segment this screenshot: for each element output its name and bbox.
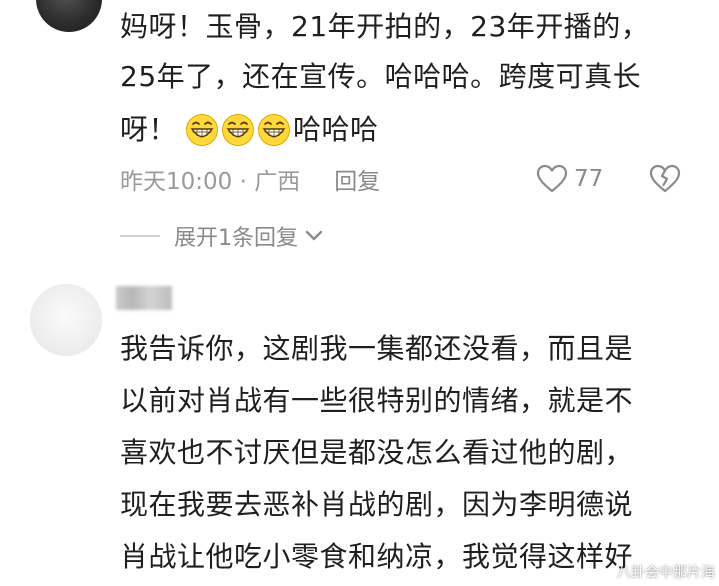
like-button[interactable]: 77	[536, 160, 603, 198]
comment-meta: 昨天10:00 · 广西 回复	[120, 160, 380, 198]
comment-text-line: 现在我要去恶补肖战的剧，因为李明德说	[120, 488, 634, 521]
comment-text-line: 呀！ 哈哈哈	[120, 105, 379, 155]
divider	[120, 235, 160, 237]
grin-emoji-icon	[222, 114, 255, 146]
comment-text-line: 妈呀！玉骨，21年开拍的，23年开播的，	[120, 10, 650, 43]
comment-text-prefix: 呀！	[120, 113, 178, 146]
avatar[interactable]	[30, 284, 102, 356]
comment-text-line: 我告诉你，这剧我一集都还没看，而且是	[120, 332, 634, 365]
grin-emoji-icon	[258, 114, 291, 146]
chevron-down-icon	[305, 230, 323, 241]
broken-heart-icon[interactable]	[648, 163, 682, 195]
grin-emoji-icon	[186, 114, 219, 146]
comment-text-line: 25年了，还在宣传。哈哈哈。跨度可真长	[120, 60, 642, 93]
comment-text-line: 肖战让他吃小零食和纳凉，我觉得这样好	[120, 540, 634, 573]
reply-button[interactable]: 回复	[334, 162, 380, 196]
watermark: 八卦会中那片海	[617, 565, 715, 581]
username-blurred[interactable]	[116, 286, 172, 310]
heart-icon	[536, 164, 568, 193]
emoji-group	[185, 113, 293, 147]
like-count: 77	[574, 166, 604, 192]
comment-text-line: 以前对肖战有一些很特别的情绪，就是不	[120, 384, 634, 417]
comment-text-line: 喜欢也不讨厌但是都没怎么看过他的剧，	[120, 436, 634, 469]
expand-replies-button[interactable]: 展开1条回复	[120, 218, 324, 254]
timestamp-location: 昨天10:00 · 广西	[120, 169, 301, 195]
comment-thread: 妈呀！玉骨，21年开拍的，23年开播的， 25年了，还在宣传。哈哈哈。跨度可真长…	[0, 0, 719, 586]
expand-replies-label: 展开1条回复	[174, 226, 298, 251]
comment-text-suffix: 哈哈哈	[293, 113, 379, 146]
avatar[interactable]	[36, 0, 102, 32]
